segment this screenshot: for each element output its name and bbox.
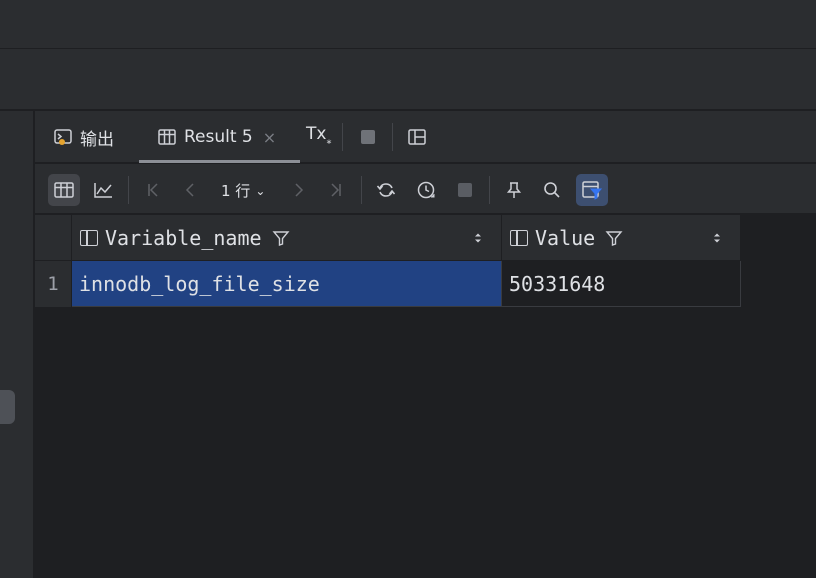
divider (342, 123, 343, 151)
stop-icon[interactable] (352, 121, 384, 153)
sort-icon[interactable] (473, 231, 483, 245)
previous-page-icon[interactable] (174, 174, 206, 206)
divider (361, 176, 362, 204)
table-cell[interactable]: 50331648 (502, 261, 741, 307)
tab-result-5[interactable]: Result 5 × (157, 123, 276, 151)
result-toolbar: 1 行 ⌄ (35, 164, 816, 214)
layout-icon[interactable] (401, 121, 433, 153)
tx-label: Tx (306, 124, 327, 144)
console-output-icon (53, 127, 73, 147)
gutter-handle[interactable] (0, 390, 15, 424)
table-view-icon[interactable] (48, 174, 80, 206)
table-icon (157, 127, 177, 147)
page-size-value: 1 行 (221, 182, 251, 200)
filter-panel-icon[interactable] (576, 174, 608, 206)
left-gutter (0, 111, 34, 578)
tab-output[interactable]: 输出 (53, 123, 114, 151)
table-cell-selected[interactable]: innodb_log_file_size (72, 261, 502, 307)
page-size-select[interactable]: 1 行 ⌄ (221, 180, 265, 201)
column-header-value[interactable]: Value (502, 215, 741, 261)
chevron-down-icon: ⌄ (255, 183, 266, 198)
column-icon (510, 229, 528, 246)
result-tab-bar: 输出 Result 5 × Tx⁎ (35, 111, 816, 163)
close-icon[interactable]: × (263, 128, 276, 147)
column-icon (80, 229, 98, 246)
editor-tab-strip (0, 48, 816, 110)
row-number[interactable]: 1 (35, 261, 72, 307)
refresh-icon[interactable] (370, 174, 402, 206)
column-header-label: Variable_name (105, 225, 262, 250)
first-page-icon[interactable] (137, 174, 169, 206)
active-tab-indicator (139, 160, 300, 163)
search-icon[interactable] (536, 174, 568, 206)
history-clock-icon[interactable] (410, 174, 442, 206)
last-page-icon[interactable] (320, 174, 352, 206)
grid-corner[interactable] (35, 215, 72, 261)
title-bar (0, 0, 816, 48)
divider (128, 176, 129, 204)
pin-icon[interactable] (498, 174, 530, 206)
tx-sub: ⁎ (326, 135, 332, 147)
sort-icon[interactable] (712, 231, 722, 245)
filter-icon[interactable] (272, 229, 290, 247)
chart-view-icon[interactable] (87, 174, 119, 206)
column-header-label: Value (535, 225, 596, 250)
tab-result-label: Result 5 (184, 127, 253, 147)
cancel-query-icon[interactable] (449, 174, 481, 206)
filter-icon[interactable] (605, 229, 623, 247)
divider (392, 123, 393, 151)
tab-output-label: 输出 (80, 129, 114, 150)
column-header-variable-name[interactable]: Variable_name (72, 215, 502, 261)
next-page-icon[interactable] (283, 174, 315, 206)
services-panel: 输出 Result 5 × Tx⁎ 1 行 ⌄ Variable_name Va… (35, 111, 816, 578)
transaction-mode-button[interactable]: Tx⁎ (306, 124, 331, 146)
divider (489, 176, 490, 204)
